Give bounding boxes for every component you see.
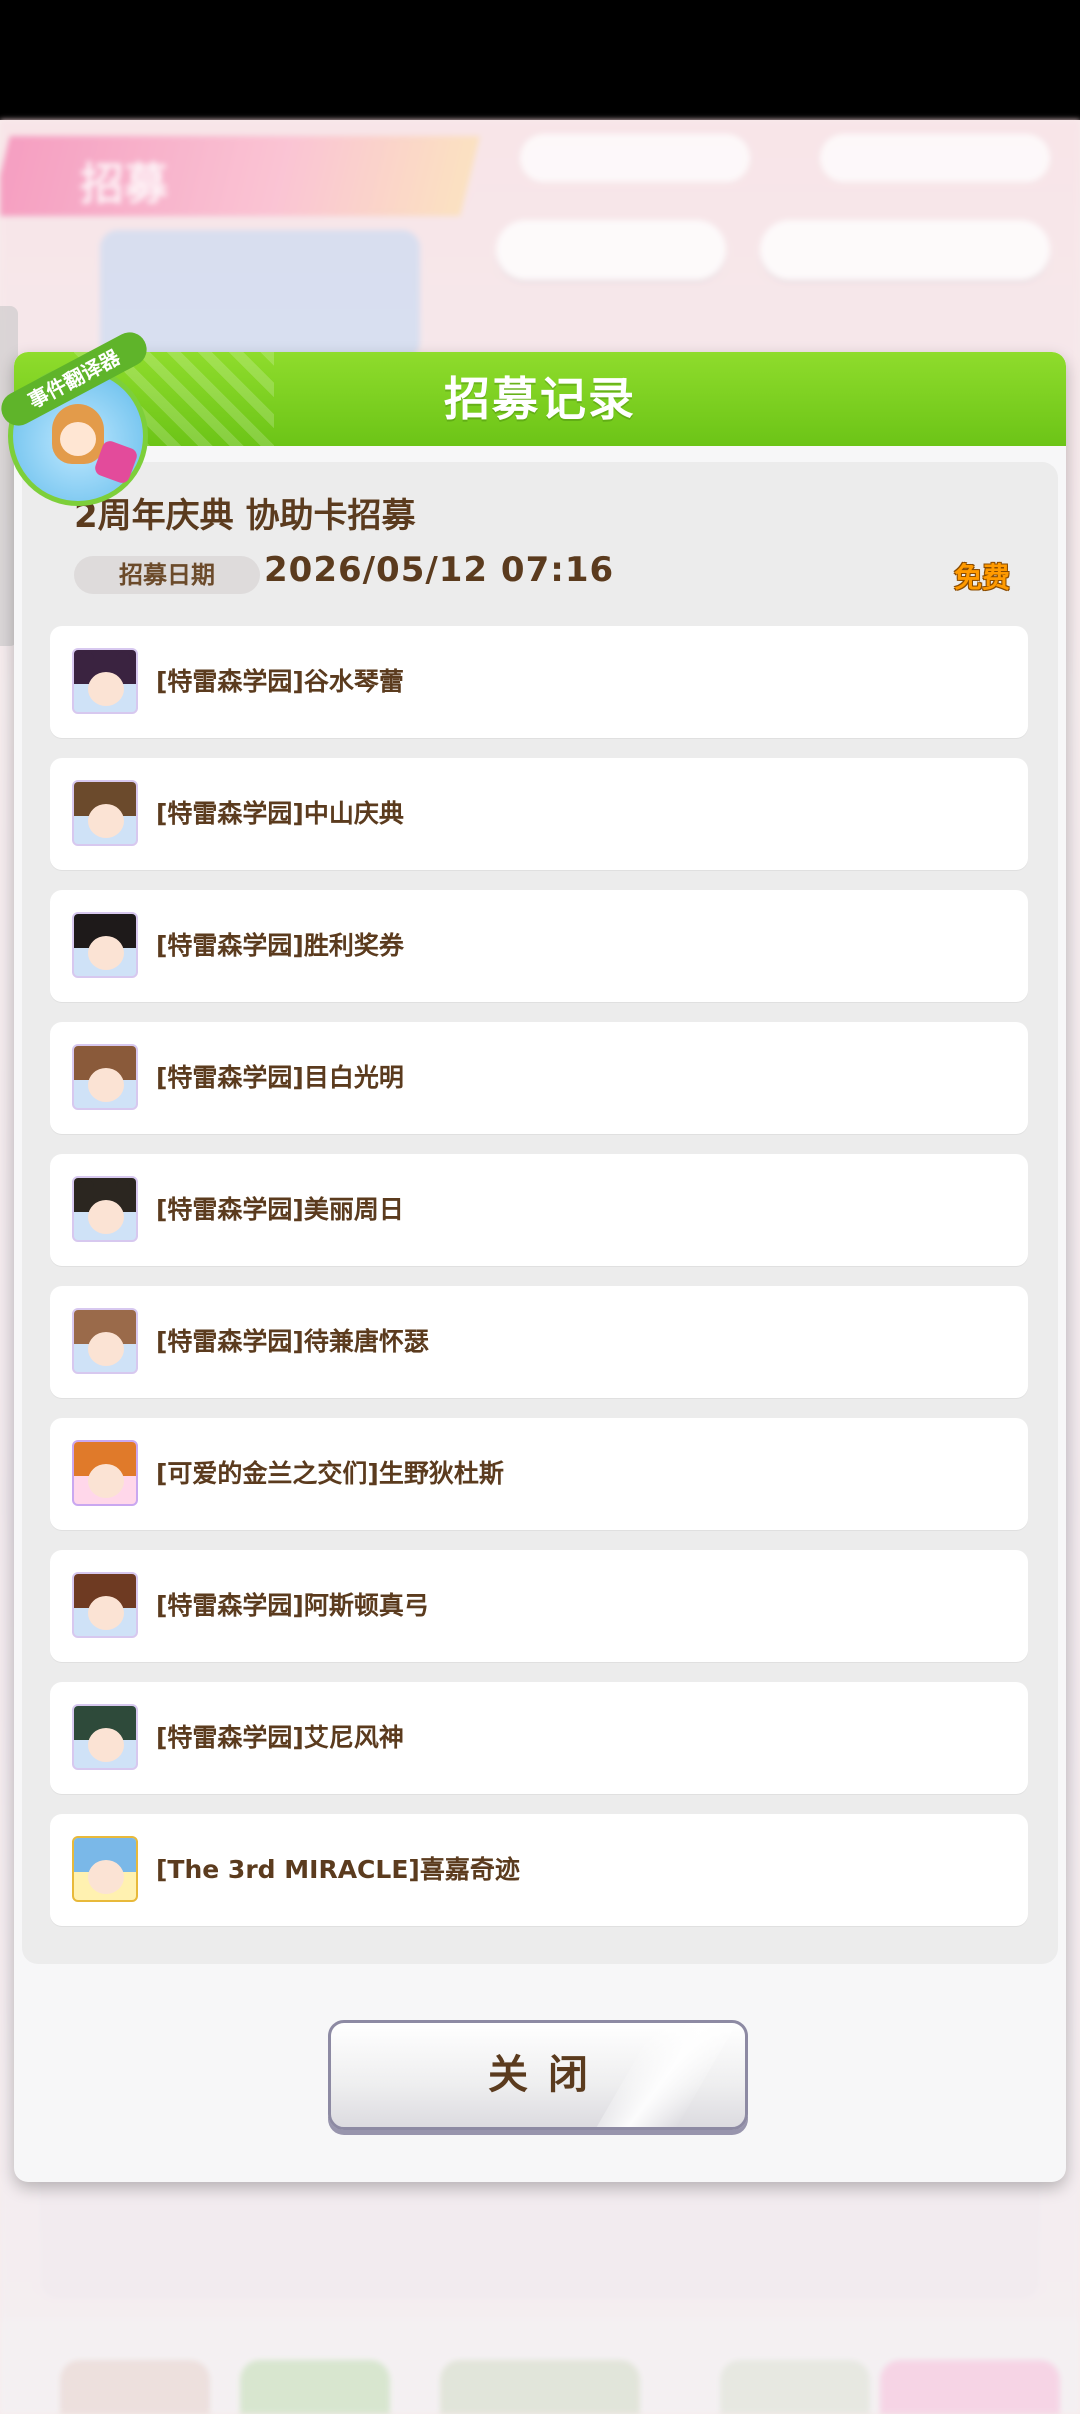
card-name: [The 3rd MIRACLE]喜嘉奇迹 [156, 1855, 520, 1884]
card-name: [特雷森学园]胜利奖券 [156, 931, 404, 960]
card-avatar [72, 1176, 138, 1242]
avatar-ear [80, 1840, 94, 1858]
card-avatar [72, 1044, 138, 1110]
card-name: [特雷森学园]美丽周日 [156, 1195, 404, 1224]
result-row[interactable]: [特雷森学园]美丽周日 [50, 1154, 1028, 1266]
result-row[interactable]: [The 3rd MIRACLE]喜嘉奇迹 [50, 1814, 1028, 1926]
avatar-face [88, 1464, 124, 1498]
card-name: [特雷森学园]艾尼风神 [156, 1723, 404, 1752]
close-button[interactable]: 关闭 [328, 2020, 748, 2130]
avatar-ear [116, 652, 130, 670]
card-name: [特雷森学园]目白光明 [156, 1063, 404, 1092]
avatar-face [88, 1596, 124, 1630]
card-name: [可爱的金兰之交们]生野狄杜斯 [156, 1459, 504, 1488]
translator-character-face [60, 422, 96, 456]
avatar-ear [116, 1444, 130, 1462]
avatar-ear [80, 1312, 94, 1330]
avatar-ear [116, 1048, 130, 1066]
avatar-ear [80, 1576, 94, 1594]
result-row[interactable]: [特雷森学园]待兼唐怀瑟 [50, 1286, 1028, 1398]
result-row[interactable]: [特雷森学园]艾尼风神 [50, 1682, 1028, 1794]
result-row[interactable]: [特雷森学园]谷水琴蕾 [50, 626, 1028, 738]
avatar-ear [80, 1048, 94, 1066]
card-name: [特雷森学园]谷水琴蕾 [156, 667, 404, 696]
avatar-face [88, 1332, 124, 1366]
avatar-face [88, 1728, 124, 1762]
result-row[interactable]: [特雷森学园]阿斯顿真弓 [50, 1550, 1028, 1662]
card-name: [特雷森学园]中山庆典 [156, 799, 404, 828]
card-avatar [72, 1440, 138, 1506]
card-avatar [72, 1308, 138, 1374]
avatar-ear [80, 1444, 94, 1462]
card-avatar [72, 780, 138, 846]
avatar-ear [116, 1576, 130, 1594]
avatar-ear [80, 1180, 94, 1198]
avatar-ear [116, 1180, 130, 1198]
date-value: 2026/05/12 07:16 [264, 550, 615, 590]
avatar-ear [80, 784, 94, 802]
dialog-header: 招募记录 [14, 352, 1066, 446]
gacha-history-dialog: 招募记录 2周年庆典 协助卡招募 招募日期 2026/05/12 07:16 免… [14, 352, 1066, 2182]
event-translator-widget[interactable]: 事件翻译器 [0, 326, 160, 506]
dialog-title: 招募记录 [444, 372, 636, 426]
result-row[interactable]: [特雷森学园]胜利奖券 [50, 890, 1028, 1002]
card-avatar [72, 1836, 138, 1902]
card-name: [特雷森学园]待兼唐怀瑟 [156, 1327, 429, 1356]
close-button-label: 关闭 [488, 2052, 608, 2098]
free-badge: 免费 [953, 561, 1010, 594]
status-bar [0, 0, 1080, 120]
avatar-ear [116, 1840, 130, 1858]
avatar-face [88, 1200, 124, 1234]
avatar-ear [80, 1708, 94, 1726]
card-name: [特雷森学园]阿斯顿真弓 [156, 1591, 429, 1620]
avatar-ear [116, 916, 130, 934]
avatar-face [88, 936, 124, 970]
result-row[interactable]: [可爱的金兰之交们]生野狄杜斯 [50, 1418, 1028, 1530]
card-avatar [72, 1704, 138, 1770]
result-list: [特雷森学园]谷水琴蕾 [特雷森学园]中山庆典 [特雷森学园]胜利奖券 [特雷森… [50, 626, 1028, 1946]
avatar-face [88, 804, 124, 838]
avatar-ear [80, 652, 94, 670]
avatar-ear [116, 1312, 130, 1330]
avatar-face [88, 672, 124, 706]
avatar-ear [116, 1708, 130, 1726]
result-row[interactable]: [特雷森学园]目白光明 [50, 1022, 1028, 1134]
card-avatar [72, 1572, 138, 1638]
result-row[interactable]: [特雷森学园]中山庆典 [50, 758, 1028, 870]
avatar-ear [80, 916, 94, 934]
avatar-ear [116, 784, 130, 802]
card-avatar [72, 648, 138, 714]
date-label: 招募日期 [74, 556, 260, 594]
avatar-face [88, 1860, 124, 1894]
card-avatar [72, 912, 138, 978]
avatar-face [88, 1068, 124, 1102]
